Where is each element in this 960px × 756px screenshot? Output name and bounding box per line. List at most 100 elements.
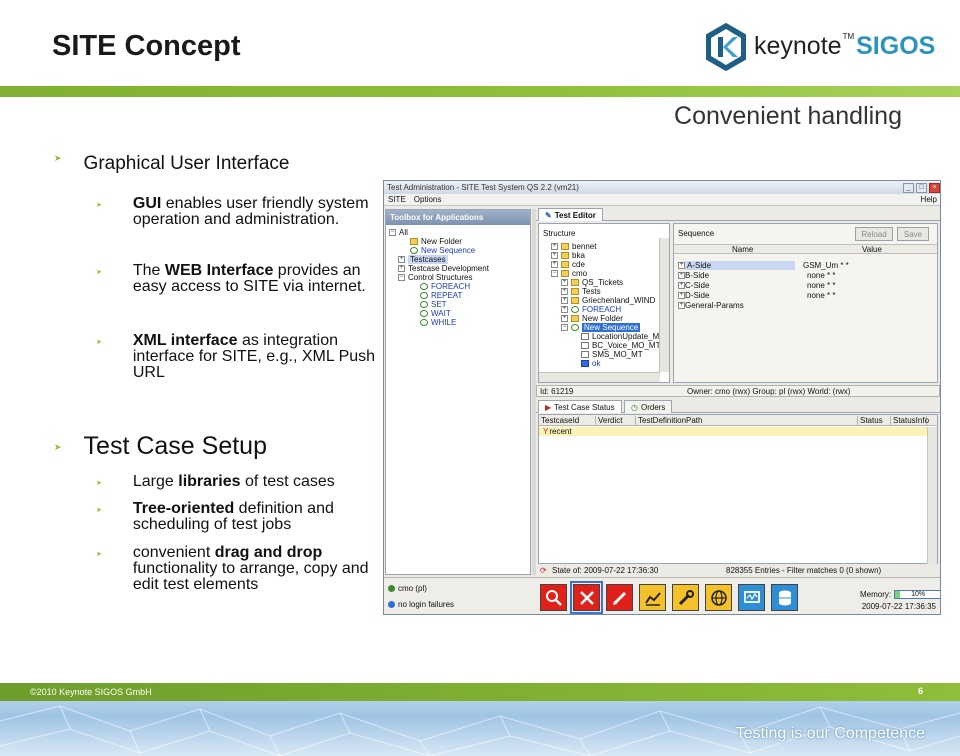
tree-node[interactable]: − cmo	[551, 269, 587, 278]
info-bar: Id: 61219 Owner: cmo (rwx) Group: pl (rw…	[536, 385, 940, 397]
keynote-sigos-logo: keynoteTMSIGOS	[704, 22, 936, 72]
document-icon	[581, 342, 589, 349]
tree-node[interactable]: + cde	[551, 260, 585, 269]
refresh-icon[interactable]: ⟳	[540, 566, 547, 575]
menu-help[interactable]: Help	[921, 195, 937, 204]
tree-node[interactable]: + Tests	[561, 287, 601, 296]
tree-node[interactable]: SMS_MO_MT	[581, 350, 643, 359]
folder-icon	[561, 243, 569, 250]
bullet-setup-heading: ➤ Test Case Setup	[54, 432, 267, 460]
wrench-icon[interactable]	[672, 584, 699, 611]
info-icon	[388, 601, 395, 608]
tree-node[interactable]: + Testcases	[398, 255, 448, 264]
sequence-row[interactable]: + D-Side none * *	[678, 290, 933, 300]
status-tabstrip: ▶ Test Case Status ◷ Orders	[536, 399, 940, 413]
tree-node[interactable]: ok	[581, 359, 600, 368]
expand-icon: +	[561, 306, 568, 313]
loop-icon	[420, 292, 428, 299]
tree-node[interactable]: − All	[389, 228, 408, 237]
tab-orders[interactable]: ◷ Orders	[624, 400, 673, 413]
chart-icon[interactable]	[639, 584, 666, 611]
menu-site[interactable]: SITE	[388, 195, 406, 204]
expand-icon: +	[678, 281, 685, 289]
expand-icon: +	[561, 297, 568, 304]
tree-node[interactable]: − New Sequence	[561, 323, 641, 332]
app-window: Test Administration - SITE Test System Q…	[383, 180, 941, 615]
status-grid-header: TestcaseId Verdict TestDefinitionPath St…	[539, 415, 937, 426]
folder-icon	[561, 270, 569, 277]
tree-node[interactable]: + QS_Tickets	[561, 278, 623, 287]
edit-icon[interactable]	[606, 584, 633, 611]
structure-hscrollbar[interactable]	[539, 372, 660, 382]
structure-panel: Structure + bennet + bka + cde − cmo + QS_Tic…	[538, 223, 670, 383]
tree-node[interactable]: WHILE	[420, 318, 456, 327]
folder-icon	[561, 261, 569, 268]
tree-node[interactable]: WAIT	[420, 309, 451, 318]
tree-node[interactable]: FOREACH	[420, 282, 470, 291]
expand-icon: +	[678, 301, 685, 309]
id-text: Id: 61219	[540, 387, 574, 396]
sequence-row[interactable]: + General-Params	[678, 300, 933, 310]
tree-node[interactable]: New Folder	[410, 237, 462, 246]
tab-test-editor[interactable]: ✎ Test Editor	[538, 208, 603, 221]
footer-date: 2009-07-22 17:36:35	[861, 602, 936, 611]
folder-icon	[571, 297, 579, 304]
reload-button[interactable]: Reload	[855, 227, 893, 241]
bullet-arrow-icon: ➤	[96, 480, 102, 487]
monitor-icon[interactable]	[738, 584, 765, 611]
expand-icon: +	[551, 243, 558, 250]
loop-icon	[420, 319, 428, 326]
tree-node[interactable]: − Control Structures	[398, 273, 472, 282]
tree-node[interactable]: REPEAT	[420, 291, 462, 300]
tree-node[interactable]: + Testcase Development	[398, 264, 489, 273]
toolbox-panel: Toolbox for Applications − All New Folder…	[385, 209, 531, 575]
logo-wordmark: keynoteTMSIGOS	[754, 32, 936, 60]
menu-options[interactable]: Options	[414, 195, 442, 204]
tree-node[interactable]: SET	[420, 300, 447, 309]
tree-node[interactable]: + New Folder	[561, 314, 623, 323]
globe-icon[interactable]	[705, 584, 732, 611]
sequence-row[interactable]: + C-Side none * *	[678, 280, 933, 290]
expand-icon: +	[551, 261, 558, 268]
expand-icon[interactable]: +	[398, 265, 405, 272]
sequence-grid-header: Name Value	[674, 244, 937, 254]
tree-node[interactable]: BC_Voice_MO_MT	[581, 341, 660, 350]
close-icon[interactable]: ×	[929, 182, 940, 193]
tree-node[interactable]: + bka	[551, 251, 585, 260]
editor-area: ✎ Test Editor Structure + bennet + bka + cd…	[536, 207, 940, 577]
tree-node[interactable]: + Griechenland_WIND	[561, 296, 655, 305]
header-green-bar	[0, 86, 960, 97]
database-icon[interactable]	[771, 584, 798, 611]
status-vscrollbar[interactable]	[927, 427, 937, 564]
orders-icon: ◷	[631, 402, 638, 412]
tree-node[interactable]: LocationUpdate_MPt	[581, 332, 667, 341]
tab-test-case-status[interactable]: ▶ Test Case Status	[538, 400, 622, 413]
user-icon	[388, 585, 395, 592]
structure-vscrollbar[interactable]	[659, 238, 669, 372]
tree-node[interactable]: New Sequence	[410, 246, 475, 255]
tagline: Testing is our Competence	[735, 725, 925, 742]
maximize-icon[interactable]: □	[916, 182, 927, 193]
collapse-icon: −	[551, 270, 558, 277]
sequence-icon	[410, 247, 418, 254]
expand-icon[interactable]: +	[398, 256, 405, 263]
logo-mark-icon	[706, 22, 746, 72]
filter-row-recent[interactable]: Yrecent	[539, 427, 927, 436]
collapse-icon[interactable]: −	[389, 229, 396, 236]
sequence-row[interactable]: + A-Side GSM_Um * *	[678, 260, 933, 270]
tree-node[interactable]: + FOREACH	[561, 305, 621, 314]
sequence-row[interactable]: + B-Side none * *	[678, 270, 933, 280]
collapse-icon[interactable]: −	[398, 274, 405, 281]
bullet-gui-item: ➤ XML interface as integration interface…	[96, 332, 376, 381]
bullet-arrow-icon: ➤	[96, 339, 102, 346]
tools-icon[interactable]	[570, 581, 603, 614]
expand-icon: +	[678, 291, 685, 299]
search-icon[interactable]	[540, 584, 567, 611]
expand-icon: +	[678, 271, 685, 279]
filter-icon: Y	[543, 427, 549, 436]
application-launcher	[540, 581, 798, 614]
save-button[interactable]: Save	[897, 227, 929, 241]
tree-node[interactable]: + bennet	[551, 242, 596, 251]
minimize-icon[interactable]: _	[903, 182, 914, 193]
app-titlebar: Test Administration - SITE Test System Q…	[384, 181, 940, 194]
